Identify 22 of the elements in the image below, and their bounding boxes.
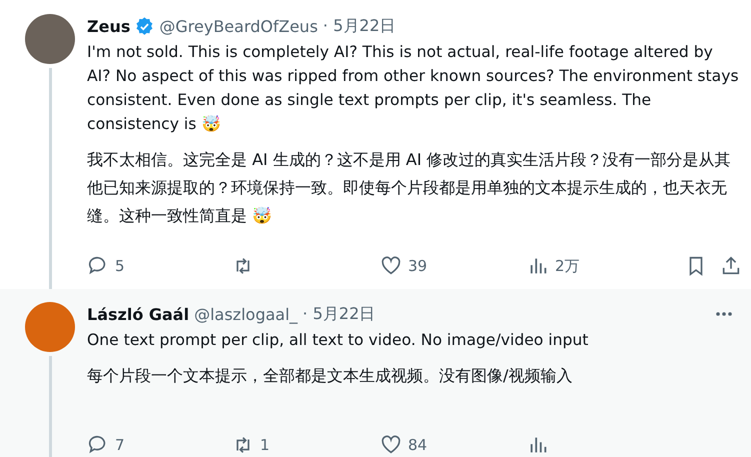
more-dots-icon	[715, 311, 733, 317]
translated-text: 每个片段一个文本提示，全部都是文本生成视频。没有图像/视频输入	[87, 365, 574, 387]
display-name[interactable]: Zeus	[87, 16, 130, 36]
views-button[interactable]: 2万	[527, 255, 685, 277]
repost-button[interactable]: 1	[232, 434, 380, 456]
user-handle[interactable]: @GreyBeardOfZeus	[159, 16, 318, 36]
like-button[interactable]: 39	[380, 255, 527, 277]
post-date[interactable]: · 5月22日	[322, 16, 396, 36]
heart-icon	[380, 434, 402, 456]
avatar[interactable]	[25, 302, 75, 352]
translated-text: 我不太相信。这完全是 AI 生成的？这不是用 AI 修改过的真实生活片段？没有一部分是从其他已知来源提取的？环境保持一致。即使每个片段都是用单独的文本提示生成的，也天衣无缝。这种一致性简直是 🤯	[87, 149, 732, 227]
heart-icon	[380, 255, 402, 277]
avatar[interactable]	[25, 14, 75, 64]
share-icon	[720, 255, 742, 277]
reply-button[interactable]: 7	[87, 434, 232, 456]
post-date[interactable]: · 5月22日	[302, 304, 376, 324]
tweet-text: I'm not sold. This is completely AI? This is not actual, real-life footage altered by AI? No aspect of this was ripped from other known sources? The environment stays consistent. Even done as single text prompts per clip, it's seamless. The consistency is 🤯	[87, 42, 739, 135]
reply-button[interactable]: 5	[87, 255, 232, 277]
user-handle[interactable]: @laszlogaal_	[194, 304, 298, 324]
tweet-text: One text prompt per clip, all text to video. No image/video input	[87, 330, 590, 351]
display-name[interactable]: László Gaál	[87, 304, 190, 324]
like-button[interactable]: 84	[380, 434, 527, 456]
